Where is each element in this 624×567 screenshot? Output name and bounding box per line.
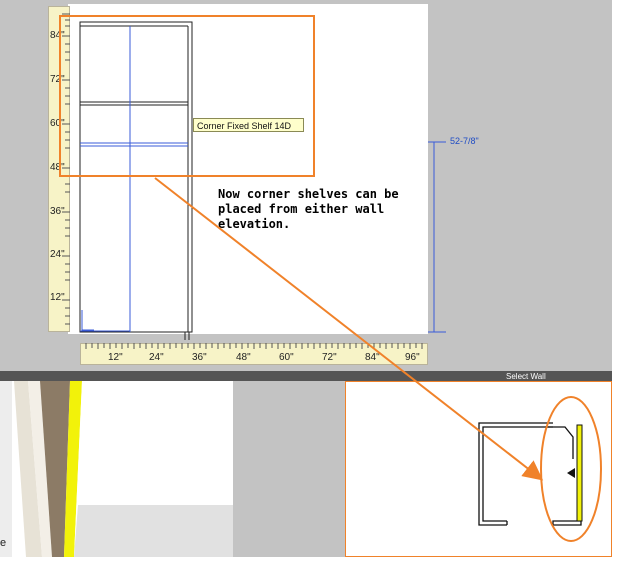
callout-ellipse — [540, 396, 602, 542]
callout-arrow — [154, 177, 544, 481]
screenshot-stage: 84" 72" 60" 48" 36" 24" 12" 12" 24" 36" … — [0, 0, 624, 567]
callout-overlay — [59, 15, 602, 542]
callout-rectangle — [59, 15, 315, 177]
